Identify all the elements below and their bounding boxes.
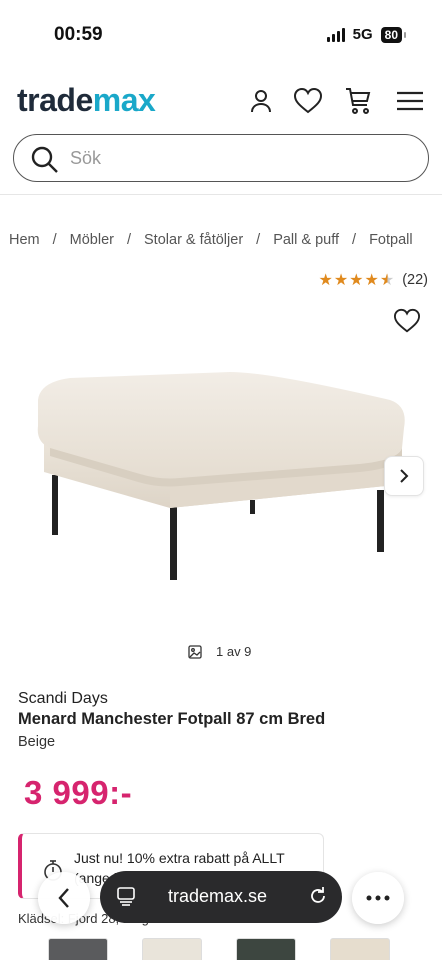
- reload-icon[interactable]: [308, 886, 328, 906]
- breadcrumb-separator: /: [352, 232, 357, 248]
- network-label: 5G: [352, 26, 373, 43]
- swatch-list: [48, 938, 390, 960]
- breadcrumb-separator: /: [256, 232, 261, 248]
- breadcrumb-item-fotpall[interactable]: Fotpall: [369, 232, 413, 248]
- battery-icon: 80: [380, 26, 407, 43]
- product-title: Menard Manchester Fotpall 87 cm Bred: [18, 710, 326, 728]
- breadcrumb-separator: /: [52, 232, 57, 248]
- swatch-beige[interactable]: [330, 938, 390, 960]
- breadcrumb-separator: /: [126, 232, 132, 248]
- breadcrumb-item-stolar[interactable]: Stolar & fåtöljer: [144, 232, 243, 248]
- add-to-favorites-button[interactable]: [392, 306, 422, 336]
- browser-address-bar[interactable]: trademax.se: [100, 871, 342, 923]
- more-icon: [366, 895, 390, 901]
- browser-url: trademax.se: [168, 886, 268, 906]
- swatch-green[interactable]: [236, 938, 296, 960]
- next-image-button[interactable]: [384, 456, 424, 496]
- browser-more-button[interactable]: [352, 872, 404, 924]
- product-color: Beige: [18, 734, 56, 750]
- site-header: trademax: [0, 68, 442, 138]
- rating-count: (22): [402, 272, 428, 288]
- product-price: 3 999:-: [24, 774, 133, 811]
- product-rating[interactable]: ★ ★ ★ ★ ★ (22): [318, 270, 428, 290]
- header-divider: [0, 194, 442, 195]
- breadcrumb-item-hem[interactable]: Hem: [9, 232, 40, 248]
- search-icon: [31, 146, 58, 173]
- image-icon: [188, 644, 202, 659]
- menu-icon[interactable]: [395, 86, 425, 116]
- swatch-gray[interactable]: [48, 938, 108, 960]
- breadcrumb-item-pall-puff[interactable]: Pall & puff: [273, 232, 339, 248]
- chevron-right-icon: [400, 469, 409, 483]
- chevron-left-icon: [58, 888, 69, 908]
- swatch-cream[interactable]: [142, 938, 202, 960]
- trademax-logo[interactable]: trademax: [17, 82, 156, 119]
- browser-back-button[interactable]: [38, 872, 90, 924]
- search-bar[interactable]: [13, 134, 429, 182]
- search-input[interactable]: [70, 143, 410, 173]
- star-rating-icon: ★ ★ ★ ★ ★: [318, 272, 395, 289]
- user-icon[interactable]: [246, 86, 276, 116]
- heart-icon[interactable]: [293, 86, 323, 116]
- image-counter-text: 1 av 9: [216, 644, 252, 659]
- cart-icon[interactable]: [343, 86, 373, 116]
- breadcrumb: Hem / Möbler / Stolar & fåtöljer / Pall …: [9, 232, 413, 248]
- status-indicators: 5G 80: [326, 26, 407, 43]
- product-brand[interactable]: Scandi Days: [18, 690, 108, 708]
- heart-icon: [393, 308, 421, 333]
- status-bar: 00:59 5G 80: [0, 0, 442, 60]
- product-image[interactable]: [30, 360, 410, 590]
- breadcrumb-item-mobler[interactable]: Möbler: [70, 232, 114, 248]
- browser-toolbar: trademax.se: [0, 862, 442, 932]
- status-time: 00:59: [54, 24, 103, 45]
- tabs-icon[interactable]: [116, 886, 136, 906]
- image-counter: 1 av 9: [188, 644, 251, 659]
- signal-icon: [326, 27, 345, 42]
